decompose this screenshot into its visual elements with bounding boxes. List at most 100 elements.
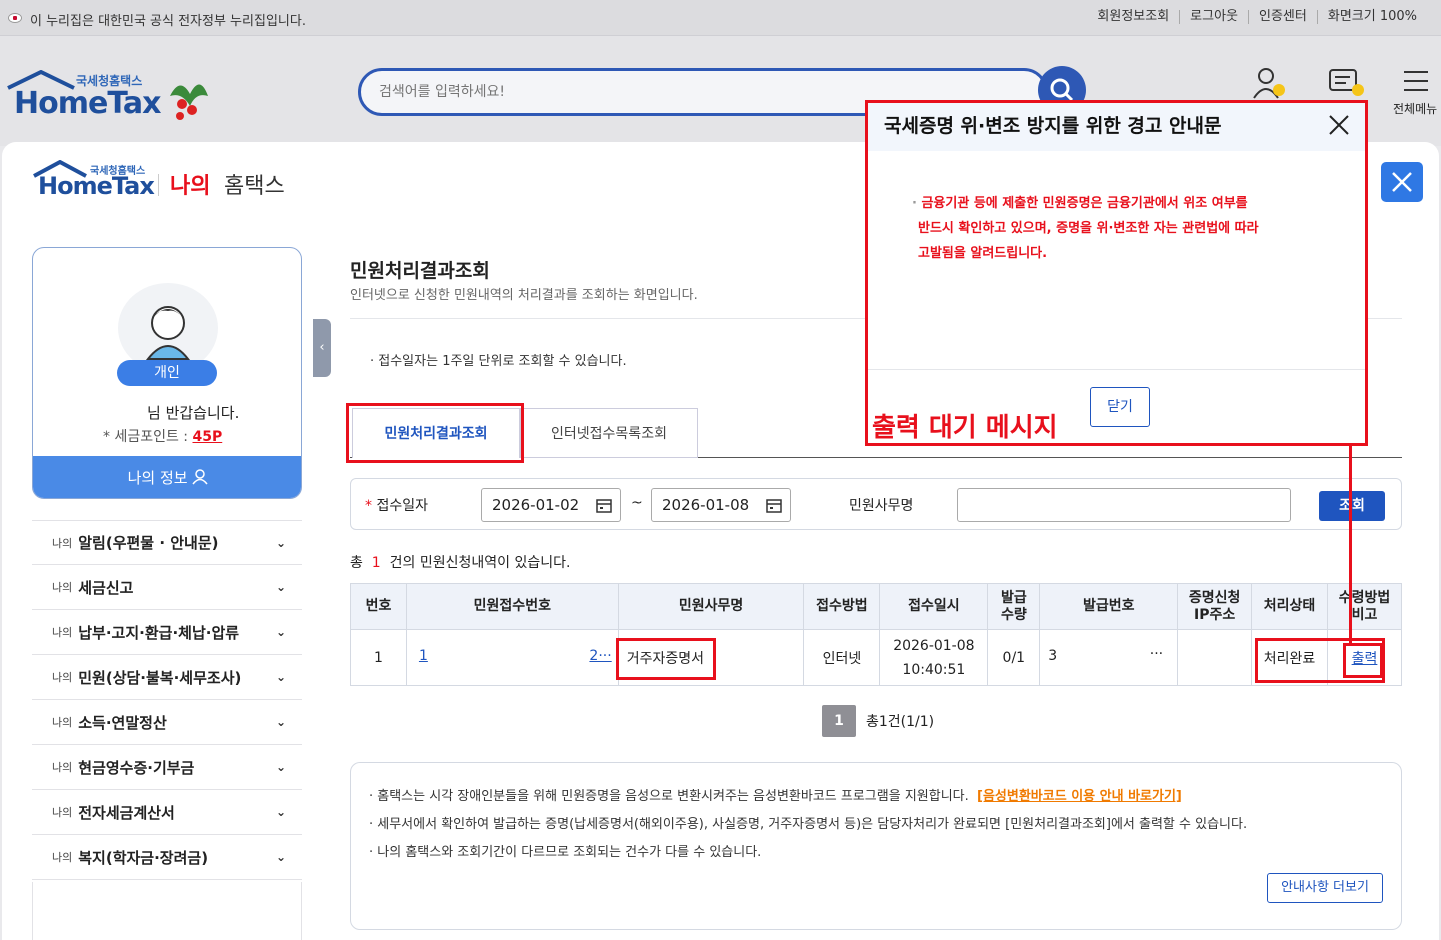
cell-receipt-no: 1 2··· [405,629,619,686]
date-from-input[interactable]: 2026-01-02 [481,488,621,522]
menu-welfare[interactable]: 나의 복지(학자금·장려금) ⌄ [32,835,302,880]
page-button-1[interactable]: 1 [822,705,856,737]
member-info-link[interactable]: 회원정보조회 [1087,10,1179,24]
note-item: · 나의 홈택스와 조회기간이 다르므로 조회되는 건수가 다를 수 있습니다. [369,845,762,860]
modal-divider [868,369,1365,370]
profile-card: 개인 님 반갑습니다. * 세금포인트 : 45P 나의 정보 [32,247,302,499]
divider [158,174,159,196]
result-summary: 총 1 건의 민원신청내역이 있습니다. [350,555,571,571]
table-row: 1 1 2··· 거주자증명서 인터넷 2026-01-08 10:40:51 0… [350,629,1403,686]
menu-payment[interactable]: 나의 납부·고지·환급·체납·압류 ⌄ [32,610,302,655]
my-hometax-panel: 국세청홈택스 HomeTax 나의 홈택스 개인 님 반갑습니다. * 세금포인… [2,100,1439,940]
korea-flag-icon [8,13,22,23]
annotation-connector [1349,446,1352,644]
menu-einvoice[interactable]: 나의 전자세금계산서 ⌄ [32,790,302,835]
col-method: 접수방법 [803,583,881,630]
cell-no: 1 [350,629,407,686]
person-icon [192,469,208,485]
col-date: 접수일시 [879,583,989,630]
notice-box: · 홈택스는 시각 장애인분들을 위해 민원증명을 음성으로 변환시켜주는 음성… [350,762,1402,930]
gov-notice-text: 이 누리집은 대한민국 공식 전자정부 누리집입니다. [30,14,306,29]
civil-name-label: 민원사무명 [849,498,914,514]
chevron-down-icon: ⌄ [275,625,286,639]
panel-close-button[interactable] [1381,162,1423,202]
table-header-row: 번호 민원접수번호 민원사무명 접수방법 접수일시 발급 수량 발급번호 증명신… [350,583,1403,630]
warning-modal: 국세증명 위·변조 방지를 위한 경고 안내문 · 금융기관 등에 제출한 민원… [865,100,1368,446]
cell-qty: 0/1 [987,629,1041,686]
page-subtitle: 인터넷으로 신청한 민원내역의 처리결과를 조회하는 화면입니다. [350,288,698,303]
user-alert-icon[interactable] [1252,66,1288,100]
receipt-link-a[interactable]: 1 [419,648,428,664]
modal-title: 국세증명 위·변조 방지를 위한 경고 안내문 [884,115,1222,137]
modal-close-button[interactable]: 닫기 [1090,387,1150,427]
more-notes-button[interactable]: 안내사항 더보기 [1267,873,1383,903]
highlight-box [616,638,716,680]
modal-line: · 금융기관 등에 제출한 민원증명은 금융기관에서 위조 여부를 [912,196,1248,211]
note-item: · 홈택스는 시각 장애인분들을 위해 민원증명을 음성으로 변환시켜주는 음성… [369,789,1182,804]
date-to-input[interactable]: 2026-01-08 [651,488,791,522]
close-icon[interactable] [1327,113,1351,137]
cell-date: 2026-01-08 10:40:51 [879,629,989,686]
cell-method: 인터넷 [803,629,881,686]
points-value[interactable]: 45P [192,429,222,445]
menu-civil[interactable]: 나의 민원(상담·불복·세무조사) ⌄ [32,655,302,700]
modal-line: 반드시 확인하고 있으며, 증명을 위·변조한 자는 관련법에 따라 [918,221,1259,236]
tax-points: * 세금포인트 : 45P [103,429,223,445]
gov-notice-bar: 이 누리집은 대한민국 공식 전자정부 누리집입니다. 회원정보조회 로그아웃 … [0,0,1441,36]
barcode-guide-link[interactable]: [음성변환바코드 이용 안내 바로가기] [977,789,1182,804]
chevron-left-icon: ‹ [319,340,325,355]
annotation-label: 출력 대기 메시지 [872,413,1058,443]
cert-center-link[interactable]: 인증센터 [1248,10,1317,24]
page-title: 민원처리결과조회 [350,260,490,282]
modal-line: 고발됨을 알려드립니다. [918,246,1048,261]
chevron-down-icon: ⌄ [275,670,286,684]
col-qty: 발급 수량 [987,583,1041,630]
menu-receipt[interactable]: 나의 현금영수증·기부금 ⌄ [32,745,302,790]
cell-ip [1177,629,1253,686]
highlight-box [1343,643,1383,678]
modal-body: · 금융기관 등에 제출한 민원증명은 금융기관에서 위조 여부를 반드시 확인… [868,151,1365,306]
chevron-down-icon: ⌄ [275,805,286,819]
user-type-badge: 개인 [117,360,217,386]
chevron-down-icon: ⌄ [275,760,286,774]
menu-tax-report[interactable]: 나의 세금신고 ⌄ [32,565,302,610]
hamburger-menu-icon[interactable] [1402,68,1430,94]
collapse-sidebar-button[interactable]: ‹ [313,319,331,377]
screen-size-link[interactable]: 화면크기 100% [1316,10,1427,24]
close-icon [1392,172,1412,192]
greeting-text: 님 반갑습니다. [147,404,240,422]
consult-icon[interactable] [1328,66,1368,100]
note-item: · 세무서에서 확인하여 발급하는 증명(납세증명서(해외이주용), 사실증명,… [369,817,1248,832]
date-hint: · 접수일자는 1주일 단위로 조회할 수 있습니다. [370,354,627,369]
receipt-link-b[interactable]: 2··· [589,648,611,664]
civil-name-input[interactable] [957,488,1291,522]
search-form: * 접수일자 2026-01-02 ~ 2026-01-08 민원사무명 조회 [350,478,1402,530]
cell-issue-no: 3 ··· [1039,629,1179,686]
tab-internet-list[interactable]: 인터넷접수목록조회 [520,408,698,458]
col-civil-name: 민원사무명 [617,583,805,630]
calendar-icon[interactable] [596,497,612,513]
menu-bottom-space [32,882,302,940]
all-menu-label[interactable]: 전체메뉴 [1393,100,1437,117]
side-menu: 나의 알림(우편물 · 안내문) ⌄ 나의 세금신고 ⌄ 나의 납부·고지·환급·체납·압… [32,520,302,880]
chevron-down-icon: ⌄ [275,580,286,594]
menu-income[interactable]: 나의 소득·연말정산 ⌄ [32,700,302,745]
menu-notices[interactable]: 나의 알림(우편물 · 안내문) ⌄ [32,520,302,565]
chevron-down-icon: ⌄ [275,535,286,550]
highlight-box [346,403,524,463]
col-status: 처리상태 [1251,583,1328,630]
page-info: 총1건(1/1) [866,714,935,730]
logout-link[interactable]: 로그아웃 [1179,10,1248,24]
modal-header: 국세증명 위·변조 방지를 위한 경고 안내문 [868,103,1365,151]
chevron-down-icon: ⌄ [275,850,286,864]
chevron-down-icon: ⌄ [275,715,286,729]
date-range-tilde: ~ [631,495,643,511]
top-links: 회원정보조회 로그아웃 인증센터 화면크기 100% [1087,10,1427,24]
result-table: 번호 민원접수번호 민원사무명 접수방법 접수일시 발급 수량 발급번호 증명신… [350,583,1403,686]
date-label: * 접수일자 [365,498,428,514]
search-submit-button[interactable]: 조회 [1319,491,1385,521]
col-no: 번호 [350,583,407,630]
my-info-button[interactable]: 나의 정보 [33,456,301,498]
holly-decoration-icon [170,84,208,120]
calendar-icon[interactable] [766,497,782,513]
